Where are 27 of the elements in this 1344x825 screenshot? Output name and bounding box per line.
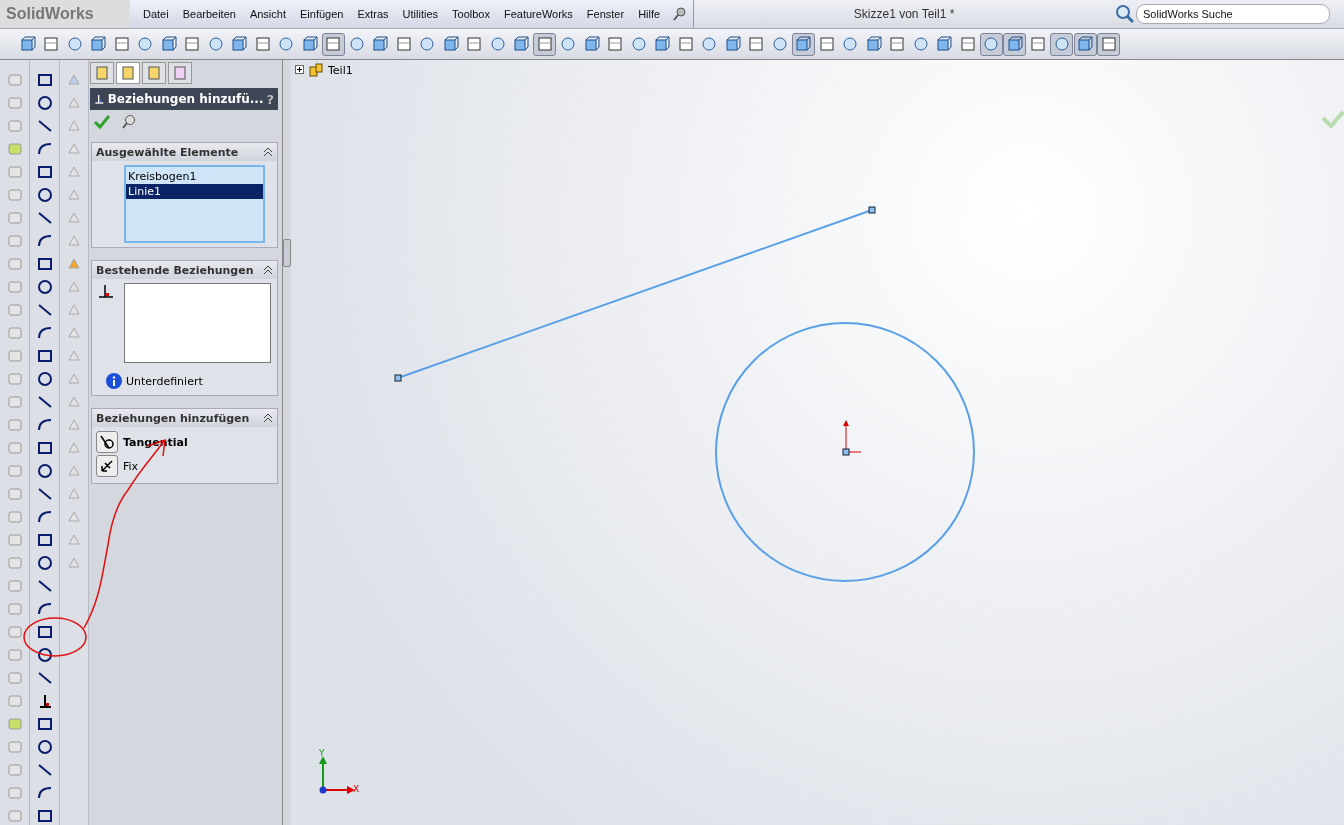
selection-list[interactable]: Kreisbogen1 Linie1 (124, 165, 265, 243)
menu-item[interactable]: Toolbox (445, 8, 497, 20)
search-field[interactable]: SolidWorks Suche (1136, 4, 1330, 24)
graphics-area[interactable]: Teil1 Y X (291, 60, 1344, 825)
relation-label[interactable]: Fix (123, 459, 139, 473)
menu-item[interactable]: Extras (350, 8, 396, 20)
window-title: Skizze1 von Teil1 * (852, 7, 956, 21)
list-item[interactable]: Linie1 (126, 184, 263, 199)
menu-item[interactable]: Bearbeiten (175, 8, 243, 20)
menu-item[interactable]: Einfügen (293, 8, 351, 20)
menu-item[interactable]: Utilities (395, 8, 446, 20)
property-manager-title: Beziehungen hinzufü... (107, 92, 264, 106)
section-heading: Ausgewählte Elemente (96, 145, 239, 159)
tree-item[interactable]: Teil1 (328, 63, 353, 77)
menu-item[interactable]: FeatureWorks (497, 8, 580, 20)
menu-item[interactable]: Hilfe (631, 8, 668, 20)
app-logo: SolidWorks (0, 0, 130, 28)
help-button[interactable]: ? (266, 91, 274, 107)
menu-item[interactable]: Ansicht (242, 8, 293, 20)
axis-label: Y (319, 748, 325, 758)
menu-item[interactable]: Datei (136, 8, 176, 20)
menu-item[interactable]: Fenster (579, 8, 632, 20)
axis-label: X (353, 784, 360, 794)
section-heading: Beziehungen hinzufügen (96, 411, 250, 425)
status-text: Unterdefiniert (126, 374, 203, 388)
section-heading: Bestehende Beziehungen (96, 263, 254, 277)
list-item[interactable]: Kreisbogen1 (126, 169, 263, 184)
